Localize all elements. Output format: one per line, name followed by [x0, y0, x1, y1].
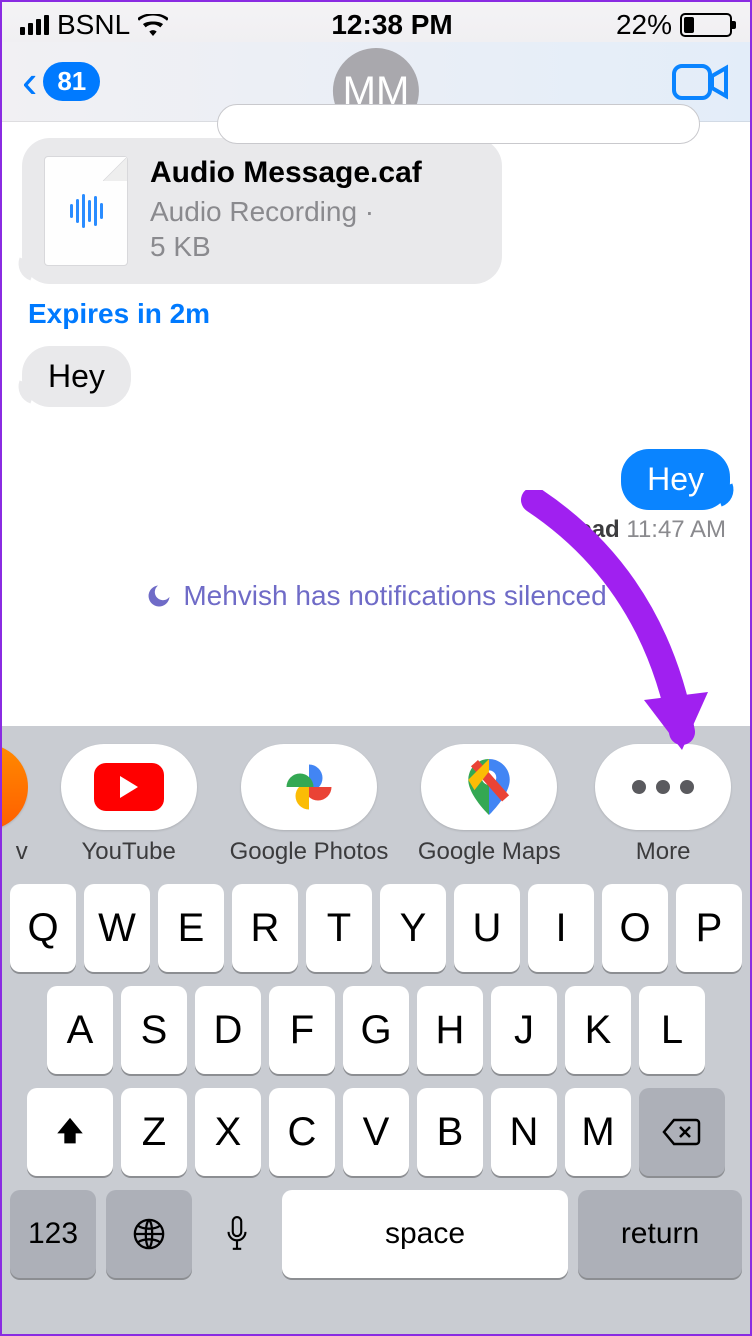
key-z[interactable]: Z — [121, 1088, 187, 1176]
key-j[interactable]: J — [491, 986, 557, 1074]
battery-pct: 22% — [616, 9, 672, 41]
moon-icon — [145, 582, 173, 610]
key-k[interactable]: K — [565, 986, 631, 1074]
unread-badge: 81 — [43, 62, 100, 101]
google-maps-icon — [468, 759, 510, 815]
app-more[interactable]: More — [590, 744, 736, 866]
key-q[interactable]: Q — [10, 884, 76, 972]
clock-label: 12:38 PM — [331, 9, 452, 41]
key-globe[interactable] — [106, 1190, 192, 1278]
file-subtitle: Audio Recording · 5 KB — [150, 194, 390, 264]
battery-icon — [680, 13, 732, 37]
key-backspace[interactable] — [639, 1088, 725, 1176]
globe-icon — [132, 1217, 166, 1251]
key-shift[interactable] — [27, 1088, 113, 1176]
app-label: Google Photos — [230, 838, 389, 866]
incoming-text: Hey — [48, 358, 105, 394]
key-space[interactable]: space — [282, 1190, 568, 1278]
key-y[interactable]: Y — [380, 884, 446, 972]
key-numbers[interactable]: 123 — [10, 1190, 96, 1278]
key-v[interactable]: V — [343, 1088, 409, 1176]
message-input[interactable] — [217, 104, 700, 144]
focus-status: Mehvish has notifications silenced — [22, 580, 730, 612]
key-h[interactable]: H — [417, 986, 483, 1074]
key-n[interactable]: N — [491, 1088, 557, 1176]
key-x[interactable]: X — [195, 1088, 261, 1176]
mic-icon — [224, 1215, 250, 1253]
audio-file-icon — [44, 156, 128, 266]
app-partial[interactable]: v — [2, 744, 28, 866]
outgoing-text: Hey — [647, 461, 704, 497]
more-icon — [632, 780, 694, 794]
youtube-icon — [94, 763, 164, 811]
wifi-icon — [138, 14, 168, 36]
carrier-label: BSNL — [57, 9, 130, 41]
key-e[interactable]: E — [158, 884, 224, 972]
key-a[interactable]: A — [47, 986, 113, 1074]
key-l[interactable]: L — [639, 986, 705, 1074]
key-s[interactable]: S — [121, 986, 187, 1074]
key-dictation[interactable] — [202, 1190, 272, 1278]
key-i[interactable]: I — [528, 884, 594, 972]
status-bar: BSNL 12:38 PM 22% — [2, 2, 750, 42]
signal-icon — [20, 15, 49, 35]
shift-icon — [53, 1115, 87, 1149]
key-u[interactable]: U — [454, 884, 520, 972]
keyboard-area: v YouTube Google Photos Google Maps More… — [2, 726, 750, 1334]
incoming-bubble[interactable]: Hey — [22, 346, 131, 407]
key-p[interactable]: P — [676, 884, 742, 972]
file-title: Audio Message.caf — [150, 156, 422, 190]
chevron-left-icon: ‹ — [22, 70, 37, 93]
key-d[interactable]: D — [195, 986, 261, 1074]
key-o[interactable]: O — [602, 884, 668, 972]
backspace-icon — [662, 1117, 702, 1147]
app-google-maps[interactable]: Google Maps — [416, 744, 562, 866]
app-label: YouTube — [81, 838, 175, 866]
app-label: Google Maps — [418, 838, 561, 866]
audio-message-bubble[interactable]: Audio Message.caf Audio Recording · 5 KB — [22, 138, 502, 284]
key-t[interactable]: T — [306, 884, 372, 972]
key-c[interactable]: C — [269, 1088, 335, 1176]
key-return[interactable]: return — [578, 1190, 742, 1278]
google-photos-icon — [282, 760, 336, 814]
keyboard: Q W E R T Y U I O P A S D F G H J K L Z — [2, 874, 750, 1300]
key-w[interactable]: W — [84, 884, 150, 972]
outgoing-bubble[interactable]: Hey — [621, 449, 730, 510]
facetime-button[interactable] — [672, 62, 730, 107]
imessage-apps-row[interactable]: v YouTube Google Photos Google Maps More — [2, 726, 750, 874]
conversation-view: Audio Message.caf Audio Recording · 5 KB… — [2, 122, 750, 632]
video-icon — [672, 62, 730, 102]
app-google-photos[interactable]: Google Photos — [230, 744, 389, 866]
key-g[interactable]: G — [343, 986, 409, 1074]
key-b[interactable]: B — [417, 1088, 483, 1176]
key-r[interactable]: R — [232, 884, 298, 972]
expire-label: Expires in 2m — [28, 298, 730, 330]
key-f[interactable]: F — [269, 986, 335, 1074]
key-m[interactable]: M — [565, 1088, 631, 1176]
app-youtube[interactable]: YouTube — [56, 744, 202, 866]
back-button[interactable]: ‹ 81 — [22, 62, 100, 101]
read-receipt: Read 11:47 AM — [22, 516, 730, 544]
app-label: More — [636, 838, 691, 866]
